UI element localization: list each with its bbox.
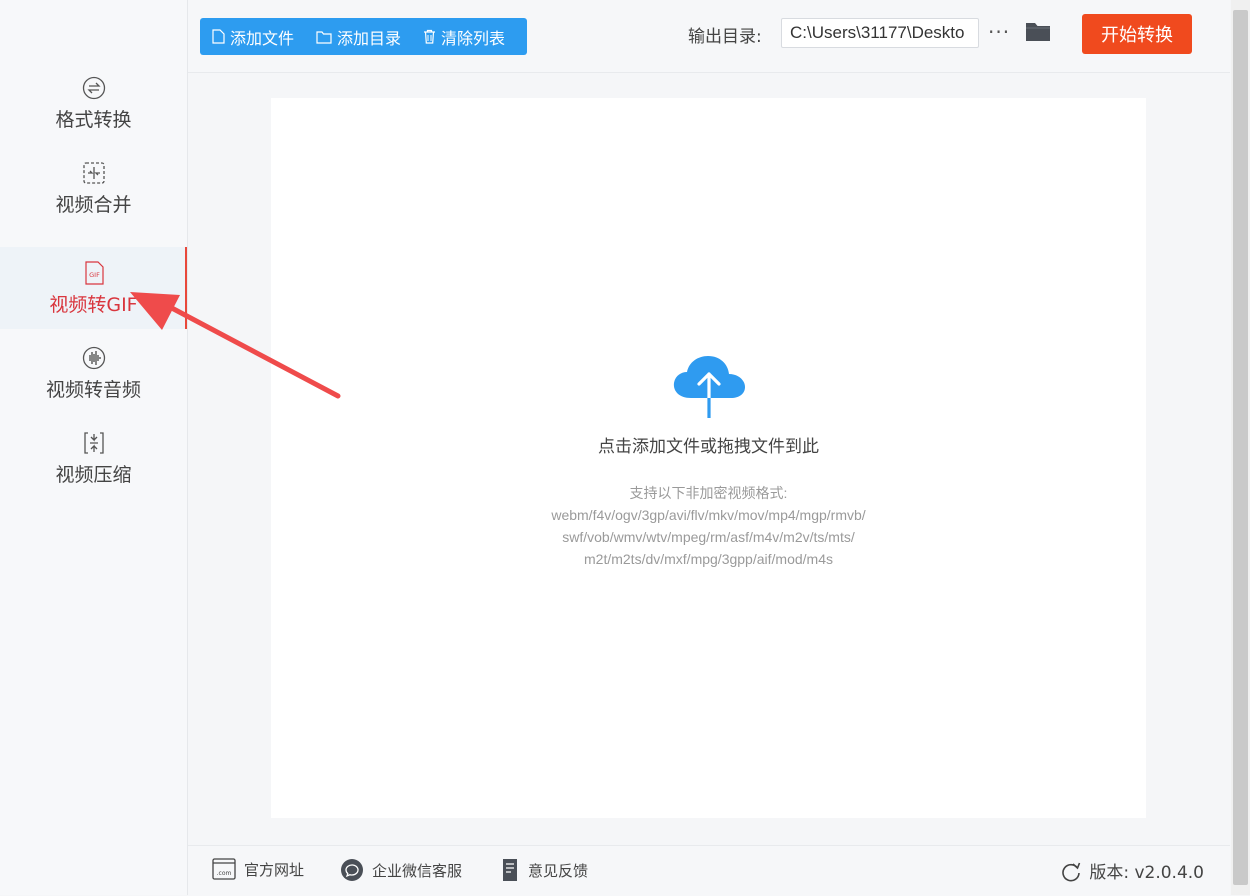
- sidebar-item-video-merge[interactable]: 视频合并: [0, 147, 187, 229]
- open-folder-icon[interactable]: [1025, 20, 1051, 46]
- sidebar-item-label: 格式转换: [55, 108, 132, 131]
- top-bar: 添加文件 添加目录 清除列表 输出目录: C:\Users\31177\Desk…: [188, 0, 1230, 73]
- feedback-label: 意见反馈: [528, 861, 589, 880]
- scrollbar-thumb[interactable]: [1233, 10, 1248, 885]
- wechat-support-link[interactable]: 企业微信客服: [340, 858, 462, 882]
- sidebar-item-format-convert[interactable]: 格式转换: [0, 62, 187, 144]
- version-info: 版本: v2.0.4.0: [1061, 858, 1204, 883]
- formats-line: webm/f4v/ogv/3gp/avi/flv/mkv/mov/mp4/mgp…: [551, 507, 866, 523]
- folder-outline-icon: [316, 30, 332, 44]
- sidebar-item-video-compress[interactable]: 视频压缩: [0, 417, 187, 499]
- website-link[interactable]: .com 官方网址: [212, 858, 304, 880]
- formats-line: swf/vob/wmv/wtv/mpeg/rm/asf/m4v/m2v/ts/m…: [562, 529, 855, 545]
- compress-icon: [81, 430, 107, 456]
- website-icon: .com: [212, 858, 236, 880]
- add-folder-button[interactable]: 添加目录: [304, 18, 411, 55]
- start-convert-button[interactable]: 开始转换: [1082, 14, 1192, 54]
- output-path-field[interactable]: C:\Users\31177\Deskto: [781, 18, 979, 48]
- browse-more-button[interactable]: ···: [988, 20, 1010, 44]
- video-merge-icon: [81, 160, 107, 186]
- sidebar-item-video-to-audio[interactable]: 视频转音频: [0, 332, 187, 414]
- drop-zone-title: 点击添加文件或拖拽文件到此: [598, 437, 819, 457]
- add-file-label: 添加文件: [230, 28, 295, 48]
- clear-list-label: 清除列表: [441, 28, 506, 48]
- sidebar-item-label: 视频压缩: [55, 463, 132, 486]
- supported-formats: 支持以下非加密视频格式: webm/f4v/ogv/3gp/avi/flv/mk…: [271, 482, 1146, 570]
- svg-text:.com: .com: [217, 870, 232, 877]
- sidebar: 格式转换 视频合并 GIF 视频转GIF 视频转音频 视频压缩: [0, 0, 188, 895]
- website-label: 官方网址: [244, 860, 305, 879]
- feedback-link[interactable]: 意见反馈: [500, 858, 588, 882]
- vertical-scrollbar[interactable]: [1231, 0, 1250, 895]
- format-convert-icon: [81, 75, 107, 101]
- sidebar-item-label: 视频转GIF: [49, 293, 138, 316]
- trash-icon: [424, 29, 436, 44]
- sidebar-item-label: 视频合并: [55, 193, 132, 216]
- gif-file-icon: GIF: [81, 260, 107, 286]
- add-folder-label: 添加目录: [337, 28, 402, 48]
- file-toolbar: 添加文件 添加目录 清除列表: [200, 18, 527, 55]
- clear-list-button[interactable]: 清除列表: [411, 18, 515, 55]
- version-label: 版本: v2.0.4.0: [1089, 863, 1204, 883]
- wechat-label: 企业微信客服: [372, 861, 463, 880]
- output-dir-label: 输出目录:: [688, 27, 762, 47]
- sidebar-item-label: 视频转音频: [45, 378, 141, 401]
- wechat-icon: [341, 859, 363, 881]
- formats-heading: 支持以下非加密视频格式:: [629, 485, 788, 501]
- file-drop-zone[interactable]: 点击添加文件或拖拽文件到此 支持以下非加密视频格式: webm/f4v/ogv/…: [271, 98, 1146, 818]
- cloud-upload-icon: [671, 354, 747, 424]
- formats-line: m2t/m2ts/dv/mxf/mpg/3gpp/aif/mod/m4s: [584, 551, 833, 567]
- sidebar-item-video-to-gif[interactable]: GIF 视频转GIF: [0, 247, 187, 329]
- output-path-value: C:\Users\31177\Deskto: [790, 23, 965, 42]
- feedback-icon: [503, 859, 517, 881]
- add-file-button[interactable]: 添加文件: [200, 18, 304, 55]
- audio-wave-icon: [81, 345, 107, 371]
- file-icon: [212, 29, 225, 44]
- refresh-icon: [1062, 862, 1081, 881]
- footer-bar: .com 官方网址 企业微信客服 意见反馈 版本: v2.0.4.0: [188, 845, 1230, 896]
- svg-text:GIF: GIF: [89, 271, 100, 279]
